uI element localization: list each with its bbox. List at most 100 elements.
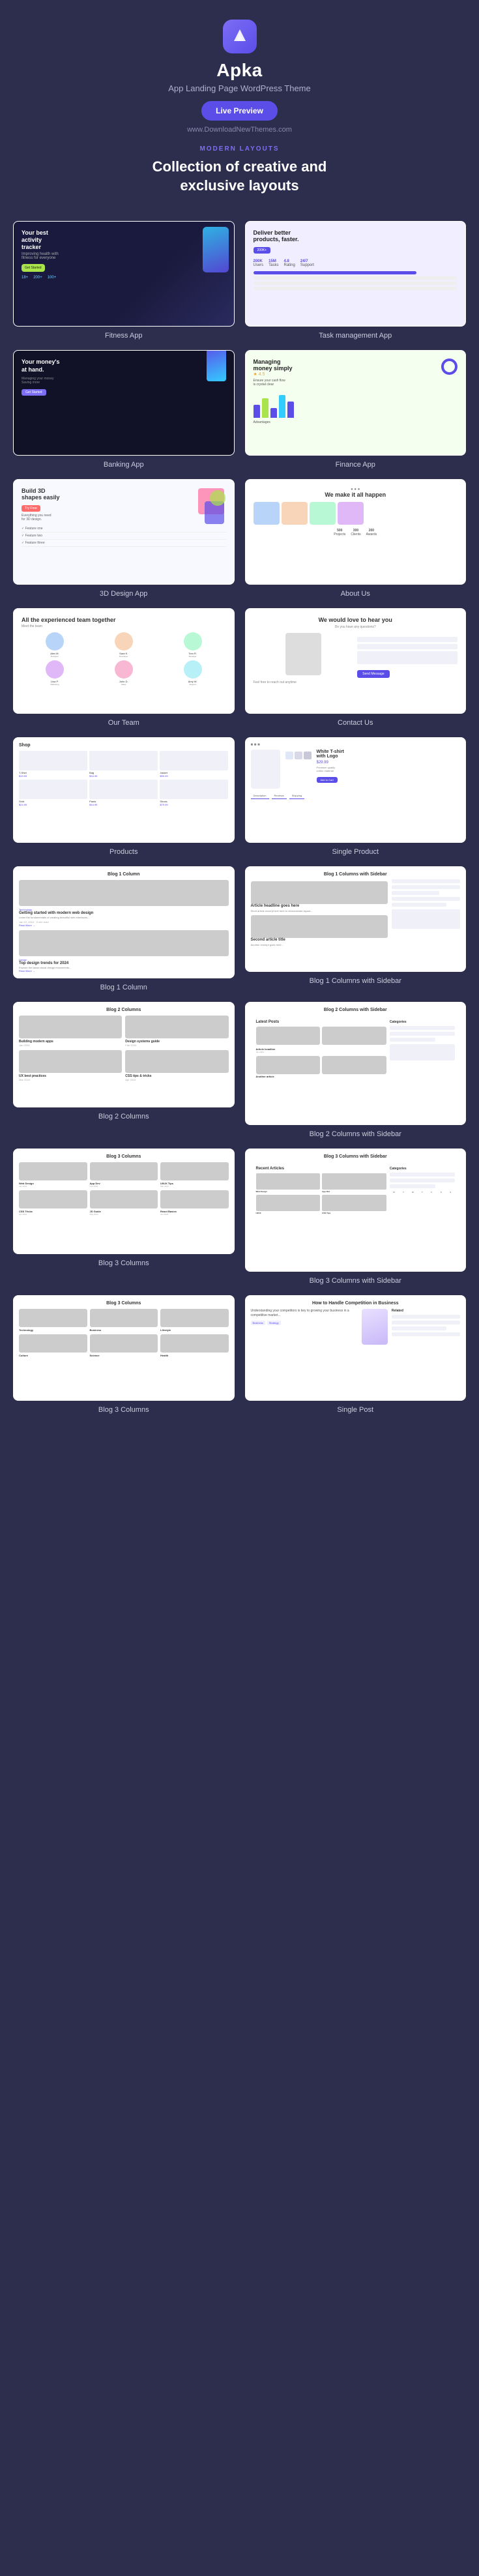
- blog-3col-bottom-title-3: Lifestyle: [160, 1328, 229, 1332]
- single-product-preview[interactable]: ■ ■ ■ White T-shirtwith Logo $29.99 Pr: [245, 737, 467, 843]
- contact-us-preview[interactable]: We would love to hear you Do you have an…: [245, 608, 467, 714]
- blog-3col-img-6: [160, 1190, 229, 1208]
- layout-card-contact: We would love to hear you Do you have an…: [245, 608, 467, 727]
- blog-3col-bottom-item-6: Health: [160, 1334, 229, 1357]
- blog-3col-img-5: [90, 1190, 158, 1208]
- blog-3col-bottom-label: Blog 3 Columns: [98, 1406, 149, 1414]
- task-app-preview[interactable]: Deliver betterproducts, faster. 200K+ 20…: [245, 221, 467, 327]
- team-person-2: Sara K. Developer: [91, 632, 157, 658]
- layout-card-fitness: Your bestactivitytracker Improving healt…: [13, 221, 235, 340]
- task-bar-2: [254, 276, 458, 280]
- blog-3col-bottom-item-1: Technology: [19, 1309, 87, 1332]
- contact-input-message[interactable]: [357, 651, 457, 664]
- blog-1col-readmore-2[interactable]: Read More →: [19, 969, 229, 973]
- blog-2col-header: Blog 2 Columns: [19, 1008, 229, 1012]
- team-person-4: Lisa P. Marketing: [22, 660, 88, 686]
- how-to-preview[interactable]: How to Handle Competition in Business Un…: [245, 1295, 467, 1401]
- shop-content: Shop T-Shirt $19.99 Bag $34.99 Jacket: [14, 738, 234, 842]
- how-to-content: How to Handle Competition in Business Un…: [246, 1296, 466, 1400]
- shop-img-5: [89, 780, 158, 799]
- contact-send-btn[interactable]: Send Message: [357, 670, 389, 678]
- layout-card-how-to: How to Handle Competition in Business Un…: [245, 1295, 467, 1414]
- shop-item-6: Shoes $79.99: [160, 780, 228, 806]
- contact-input-email[interactable]: [357, 644, 457, 649]
- blog-2col-sidebar-sitem-3: [390, 1038, 435, 1042]
- single-product-tab-ship[interactable]: Shipping: [289, 793, 305, 799]
- blog-1col-sidebar-preview[interactable]: Blog 1 Columns with Sidebar Article head…: [245, 866, 467, 972]
- single-product-tab-desc[interactable]: Description: [251, 793, 269, 799]
- our-team-preview[interactable]: All the experienced team together Meet t…: [13, 608, 235, 714]
- single-product-tab-reviews[interactable]: Reviews: [272, 793, 287, 799]
- finance-app-preview[interactable]: Managingmoney simply ★ 4.5 Ensure your c…: [245, 350, 467, 456]
- blog-3col-bottom-preview[interactable]: Blog 3 Columns Technology Business Lifes…: [13, 1295, 235, 1401]
- finance-advantages-label: Advantages: [254, 420, 458, 424]
- blog-2col-sidebar-preview[interactable]: Blog 2 Columns with Sidebar Latest Posts…: [245, 1002, 467, 1125]
- blog-3col-bottom-img-2: [90, 1309, 158, 1327]
- layouts-grid: Your bestactivitytracker Improving healt…: [0, 208, 479, 1433]
- team-title: All the experienced team together: [22, 617, 226, 623]
- blog-2col-sidebar-header: Blog 2 Columns with Sidebar: [251, 1008, 461, 1012]
- task-bar-3: [254, 282, 458, 285]
- single-product-thumb-1: [285, 752, 293, 759]
- finance-app-content: Managingmoney simply ★ 4.5 Ensure your c…: [246, 351, 466, 455]
- cal-day-1: M: [390, 1191, 398, 1193]
- about-stats: 500Projects 300Clients 200Awards: [254, 529, 458, 536]
- app-name: Apka: [216, 60, 262, 81]
- blog-1col-sidebar-title-2: Second article title: [251, 938, 388, 942]
- task-app-label: Task management App: [319, 332, 392, 340]
- task-stat-4: 24/7Support: [300, 259, 314, 267]
- team-role-1: Designer: [22, 655, 88, 658]
- shop-price-6: $79.99: [160, 803, 228, 806]
- blog-3col-grid: Web Design Jan 2024 App Dev Feb 2024 UI/…: [19, 1162, 229, 1216]
- contact-input-name[interactable]: [357, 637, 457, 642]
- blog-3col-sidebar-text-4: CSS Tips: [322, 1212, 386, 1214]
- blog-3col-sidebar-preview[interactable]: Blog 3 Columns with Sidebar Recent Artic…: [245, 1149, 467, 1272]
- blog-2col-sidebar-cal: [390, 1044, 455, 1061]
- fitness-app-preview[interactable]: Your bestactivitytracker Improving healt…: [13, 221, 235, 327]
- shop-item-1: T-Shirt $19.99: [19, 751, 87, 778]
- blog-1col-sidebar-main-img: [251, 881, 388, 904]
- contact-us-content: We would love to hear you Do you have an…: [246, 609, 466, 713]
- cal-day-4: T: [418, 1191, 426, 1193]
- about-us-preview[interactable]: ● ● ● We make it all happen 500Projects …: [245, 479, 467, 585]
- single-product-tabs: Description Reviews Shipping: [251, 793, 461, 799]
- how-to-layout: Understanding your competitors is key to…: [251, 1309, 461, 1345]
- shop-preview[interactable]: Shop T-Shirt $19.99 Bag $34.99 Jacket: [13, 737, 235, 843]
- blog-2col-sidebar-img-2: [322, 1027, 386, 1045]
- blog-3col-sidebar-img-3: [256, 1195, 321, 1211]
- blog-1col-readmore-1[interactable]: Read More →: [19, 924, 229, 927]
- blog-2col-sidebar-side-title: Categories: [390, 1020, 455, 1024]
- blog-2col-preview[interactable]: Blog 2 Columns Building modern apps Jan …: [13, 1002, 235, 1107]
- blog-3col-preview[interactable]: Blog 3 Columns Web Design Jan 2024 App D…: [13, 1149, 235, 1254]
- blog-1col-img-1: [19, 880, 229, 906]
- banking-subtitle: Managing your moneySaving more: [22, 377, 226, 385]
- blog-1col-sidebar-text-2: Another excerpt goes here...: [251, 943, 388, 946]
- single-product-add-btn[interactable]: Add to Cart: [317, 777, 338, 783]
- blog-1col-sidebar-main-title: Article headline goes here: [251, 904, 388, 908]
- layout-card-blog1col-sidebar: Blog 1 Columns with Sidebar Article head…: [245, 866, 467, 991]
- about-photo-4: [338, 502, 364, 525]
- contact-us-label: Contact Us: [338, 719, 373, 727]
- live-preview-button[interactable]: Live Preview: [201, 101, 278, 121]
- banking-btn: Get Started: [22, 389, 46, 396]
- shop-img-4: [19, 780, 87, 799]
- blog-1col-preview[interactable]: Blog 1 Column Technology Getting started…: [13, 866, 235, 978]
- layout-card-blog3col: Blog 3 Columns Web Design Jan 2024 App D…: [13, 1149, 235, 1285]
- blog-3col-meta-4: Apr 2024: [19, 1213, 87, 1216]
- blog-2col-sidebar-content: Blog 2 Columns with Sidebar Latest Posts…: [246, 1003, 466, 1124]
- blog-3col-sidebar-calendar: M T W T F S S: [390, 1191, 455, 1193]
- blog-2col-sidebar-main: Latest Posts Article headline Jan 2024: [256, 1020, 386, 1114]
- banking-app-preview[interactable]: Your money'sat hand. Managing your money…: [13, 350, 235, 456]
- about-photo-1: [254, 502, 280, 525]
- blog-3col-sidebar-side: Categories M T W T F S S: [390, 1167, 455, 1261]
- sidebar-item-4: [392, 897, 460, 901]
- design3d-app-preview[interactable]: Build 3Dshapes easily Try Free Everythin…: [13, 479, 235, 585]
- single-product-nav: ■ ■ ■: [251, 743, 461, 747]
- blog-1col-sidebar-main-text: Short article excerpt text here to demon…: [251, 909, 388, 913]
- blog-3col-sidebar-sitem-1: [390, 1173, 455, 1177]
- blog-2col-img-3: [19, 1050, 122, 1073]
- blog-2col-sidebar-mini-grid-2: [256, 1056, 386, 1074]
- blog-3col-sidebar-item-2: App Dev: [322, 1173, 386, 1193]
- blog-3col-bottom-content: Blog 3 Columns Technology Business Lifes…: [14, 1296, 234, 1400]
- blog-2col-sidebar-post-title-2: Another article: [256, 1075, 386, 1078]
